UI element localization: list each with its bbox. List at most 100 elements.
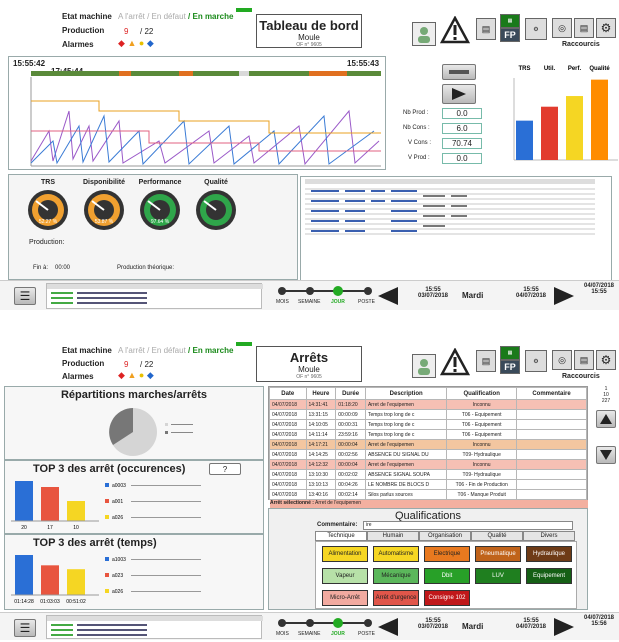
v-cons-field[interactable]: 70.74: [442, 138, 482, 149]
tab-human[interactable]: Humain: [367, 531, 419, 541]
table-row[interactable]: 04/07/2018 13:10:13 00:04:26 LE NOMBRE DE B…: [269, 479, 587, 490]
qual-button-2[interactable]: Electrique: [424, 546, 470, 562]
alarm-icons: ◆ ▲ ● ◆: [118, 38, 154, 49]
event-log-table: [305, 179, 607, 239]
table-cell: [516, 429, 587, 440]
qual-button-grid: Alimentation Automatisme Electrique Pneumat…: [315, 541, 577, 609]
period-week[interactable]: SEMAINE: [298, 299, 321, 305]
period-selector-2[interactable]: MOIS SEMAINE JOUR POSTE: [276, 617, 375, 641]
table-cell: 04/07/2018: [269, 469, 307, 480]
warning-icon[interactable]: [439, 347, 471, 378]
tab-technique[interactable]: Technique: [315, 531, 367, 541]
nb-cons-field[interactable]: 6.0: [442, 123, 482, 134]
nb-prod-field[interactable]: 0.0: [442, 108, 482, 119]
mode-icon[interactable]: ▦: [500, 346, 520, 360]
period-shift[interactable]: POSTE: [358, 299, 375, 305]
period-selector[interactable]: MOIS SEMAINE JOUR POSTE: [276, 285, 375, 309]
document-icon[interactable]: ▤: [574, 18, 594, 38]
next-arrow-icon[interactable]: [554, 287, 574, 307]
table-row[interactable]: 04/07/2018 14:12:32 00:00:04 Arret de l'equ…: [269, 459, 587, 470]
col-duration[interactable]: Durée: [335, 387, 366, 400]
table-row[interactable]: 04/07/2018 14:14:25 00:02:56 ABSENCE DU SIG…: [269, 449, 587, 460]
bottom-nav-2: ☰ MOIS SEMAINE JOUR POSTE 15:55 03/07/201…: [0, 612, 619, 640]
table-row[interactable]: 04/07/2018 14:11:14 23:59:16 Temps trop lon…: [269, 429, 587, 440]
mode-icon[interactable]: ▦: [500, 14, 520, 28]
period-week[interactable]: SEMAINE: [298, 631, 321, 637]
fp-button[interactable]: FP: [500, 28, 520, 42]
qual-button-8[interactable]: LUV: [475, 568, 521, 584]
user-icon[interactable]: [412, 354, 436, 378]
v-prod-field[interactable]: 0.0: [442, 153, 482, 164]
qual-button-12[interactable]: Consigne 102: [424, 590, 470, 606]
qual-button-10[interactable]: Micro-Arrêt: [322, 590, 368, 606]
help-button[interactable]: ?: [209, 463, 241, 475]
qual-button-11[interactable]: Arrêt d'urgence: [373, 590, 419, 606]
gauge-2: Performance 97.64 %: [131, 179, 189, 239]
settings-small-icon[interactable]: ⚙: [525, 18, 547, 40]
home-icon[interactable]: ◎: [552, 18, 572, 38]
document-icon[interactable]: ▤: [574, 350, 594, 370]
toggle-button[interactable]: [442, 64, 476, 80]
period-day[interactable]: JOUR: [331, 631, 345, 637]
table-row[interactable]: 04/07/2018 13:40:16 00:02:14 Silos parlus s…: [269, 489, 587, 500]
col-date[interactable]: Date: [269, 387, 307, 400]
col-qualification[interactable]: Qualification: [446, 387, 517, 400]
machine-icon[interactable]: ▤: [476, 350, 496, 372]
table-row[interactable]: 04/07/2018 14:10:05 00:00:31 Temps trop lon…: [269, 419, 587, 430]
settings-small-icon[interactable]: ⚙: [525, 350, 547, 372]
alarm-blue-icon: ◆: [146, 38, 154, 48]
prev-arrow-icon[interactable]: [378, 618, 398, 638]
warning-icon[interactable]: [439, 15, 471, 46]
period-day[interactable]: JOUR: [331, 299, 345, 305]
selected-value: Arret de l'equipemen: [315, 500, 362, 506]
dashboard-screen: Etat machine A l'arrêt / En défaut / En …: [0, 0, 619, 312]
menu-icon[interactable]: ☰: [14, 619, 36, 637]
table-row[interactable]: 04/07/2018 13:10:30 00:02:02 ABSENCE SIGNAL…: [269, 469, 587, 480]
tab-quality[interactable]: Qualité: [471, 531, 523, 541]
scroll-down-button[interactable]: [596, 446, 616, 464]
fp-button[interactable]: FP: [500, 360, 520, 374]
col-comment[interactable]: Commentaire: [516, 387, 587, 400]
gauge-dial-0: 52.27 %: [28, 190, 68, 230]
comment-input[interactable]: ire: [363, 521, 573, 530]
event-log-panel: [300, 176, 612, 282]
table-row[interactable]: 04/07/2018 14:31:41 01:18:20 Arret de l'equ…: [269, 399, 587, 410]
qual-button-4[interactable]: Hydraulique: [526, 546, 572, 562]
machine-icon[interactable]: ▤: [476, 18, 496, 40]
comment-label: Commentaire:: [317, 522, 358, 528]
user-icon[interactable]: [412, 22, 436, 46]
tab-organisation[interactable]: Organisation: [419, 531, 471, 541]
table-cell: T06 - Fin de Production: [446, 479, 517, 490]
period-month[interactable]: MOIS: [276, 631, 289, 637]
qual-button-0[interactable]: Alimentation: [322, 546, 368, 562]
status-led-2: [236, 342, 252, 346]
menu-icon[interactable]: ☰: [14, 287, 36, 305]
table-cell: [516, 459, 587, 470]
qual-button-9[interactable]: Equipement: [526, 568, 572, 584]
table-row[interactable]: 04/07/2018 13:31:15 00:00:09 Temps trop lon…: [269, 409, 587, 420]
prev-arrow-icon[interactable]: [378, 287, 398, 307]
period-shift[interactable]: POSTE: [358, 631, 375, 637]
period-month[interactable]: MOIS: [276, 299, 289, 305]
page-title: Tableau de bord: [259, 18, 359, 33]
home-icon[interactable]: ◎: [552, 350, 572, 370]
table-cell: 00:00:04: [335, 459, 366, 470]
col-description[interactable]: Description: [364, 387, 448, 400]
scroll-up-button[interactable]: [596, 410, 616, 428]
gear-icon[interactable]: ⚙: [596, 18, 616, 38]
tab-misc[interactable]: Divers: [523, 531, 575, 541]
table-cell: [516, 449, 587, 460]
qual-button-6[interactable]: Mécanique: [373, 568, 419, 584]
table-row[interactable]: 04/07/2018 14:17:21 00:00:04 Arret de l'equ…: [269, 439, 587, 450]
col-time[interactable]: Heure: [305, 387, 337, 400]
qual-button-5[interactable]: Vapeur: [322, 568, 368, 584]
next-arrow-icon[interactable]: [554, 618, 574, 638]
alarm-yellow-icon: ●: [138, 370, 145, 380]
occ-legend-1: a001: [112, 499, 123, 505]
qual-button-3[interactable]: Pneumatique: [475, 546, 521, 562]
gear-icon[interactable]: ⚙: [596, 350, 616, 370]
play-button[interactable]: [442, 84, 476, 104]
qual-button-1[interactable]: Automatisme: [373, 546, 419, 562]
table-cell: Inconnu: [446, 459, 517, 470]
qual-button-7[interactable]: Dbit: [424, 568, 470, 584]
